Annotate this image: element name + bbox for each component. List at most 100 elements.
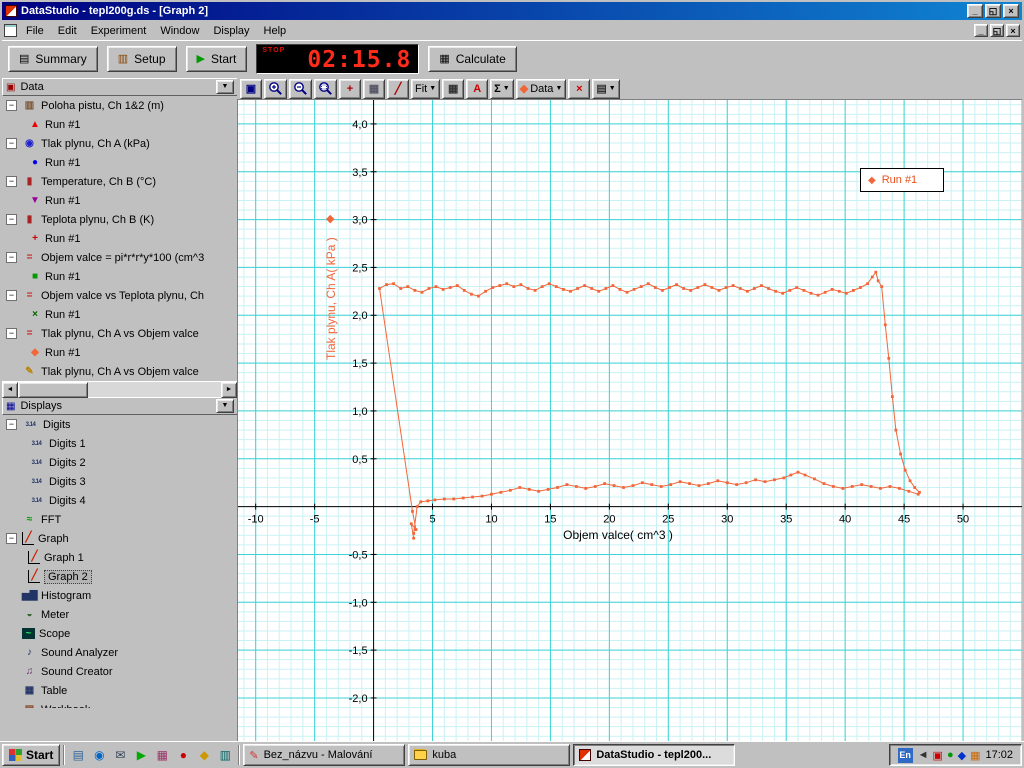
text-annotation-button[interactable]: A	[466, 78, 489, 99]
quick-launch-4[interactable]: ▶	[131, 745, 151, 765]
menu-display[interactable]: Display	[206, 23, 256, 39]
display-item[interactable]: ♫ Sound Creator	[2, 662, 237, 681]
graph-settings-button[interactable]: ▤ ▼	[592, 78, 620, 99]
displays-panel-header[interactable]: ▦ Displays ▼	[2, 397, 237, 415]
chart-plot[interactable]: -10 -5 5 10 15 20 25 30 35 40 45 50 4,0 3,5 3,0 2,5 2,0 1…	[238, 100, 1022, 741]
tree-expander[interactable]: −	[6, 328, 17, 339]
tree-expander[interactable]: −	[6, 252, 17, 263]
display-item[interactable]: ♪ Sound Analyzer	[2, 643, 237, 662]
menu-edit[interactable]: Edit	[51, 23, 84, 39]
quick-launch-6[interactable]: ●	[173, 745, 193, 765]
display-item[interactable]: ▅▇ Histogram	[2, 586, 237, 605]
display-item[interactable]: 3.14 Digits 1	[2, 434, 237, 453]
data-item[interactable]: − = Tlak plynu, Ch A vs Objem valce	[2, 324, 237, 343]
scroll-right-button[interactable]: ►	[221, 382, 237, 398]
display-item[interactable]: ≈ FFT	[2, 510, 237, 529]
data-item[interactable]: − ◉ Tlak plynu, Ch A (kPa)	[2, 134, 237, 153]
data-item[interactable]: − = Objem valce vs Teplota plynu, Ch	[2, 286, 237, 305]
fit-menu-button[interactable]: Fit ▼	[411, 78, 441, 99]
tree-expander[interactable]: −	[6, 138, 17, 149]
menu-help[interactable]: Help	[257, 23, 294, 39]
summary-button[interactable]: ▤ Summary	[8, 45, 98, 72]
tray-icon-3[interactable]: ●	[947, 749, 954, 762]
display-item[interactable]: ╱ Graph 1	[2, 548, 237, 567]
y-axis-run-marker-icon[interactable]: ◆	[326, 212, 334, 225]
start-button[interactable]: ▶ Start	[185, 45, 248, 72]
data-item[interactable]: − ▮ Teplota plynu, Ch B (K)	[2, 210, 237, 229]
quick-launch-3[interactable]: ✉	[110, 745, 130, 765]
menu-window[interactable]: Window	[153, 23, 206, 39]
task-button-datastudio[interactable]: DataStudio - tepl200...	[573, 744, 736, 766]
data-panel-menu-button[interactable]: ▼	[216, 80, 234, 94]
zoom-select-button[interactable]	[314, 78, 337, 99]
zoom-in-button[interactable]	[264, 78, 287, 99]
run-item[interactable]: × Run #1	[2, 305, 237, 324]
window-restore-button[interactable]: ◱	[985, 4, 1001, 18]
menu-file[interactable]: File	[19, 23, 51, 39]
scrollbar-track[interactable]	[88, 382, 221, 397]
quick-launch-7[interactable]: ◆	[194, 745, 214, 765]
display-item[interactable]: 3.14 Digits 3	[2, 472, 237, 491]
task-button-paint[interactable]: ✎ Bez_názvu - Malování	[243, 744, 406, 766]
chart-legend[interactable]: ◆ Run #1	[860, 168, 944, 192]
delete-button[interactable]: ×	[568, 78, 591, 99]
data-item[interactable]: ✎ Tlak plynu, Ch A vs Objem valce	[2, 362, 237, 381]
tree-expander[interactable]: −	[6, 214, 17, 225]
task-button-folder[interactable]: kuba	[408, 744, 571, 766]
scrollbar-thumb[interactable]	[18, 382, 88, 398]
tree-expander[interactable]: −	[6, 176, 17, 187]
calculator-button[interactable]: ▦	[442, 78, 465, 99]
display-item[interactable]: 3.14 Digits 2	[2, 453, 237, 472]
scale-to-fit-button[interactable]: ▣	[240, 78, 262, 99]
mdi-minimize-button[interactable]: _	[974, 24, 988, 37]
slope-tool-button[interactable]: ╱	[387, 78, 409, 99]
display-item[interactable]: − 3.14 Digits	[2, 415, 237, 434]
tree-expander[interactable]: −	[6, 419, 17, 430]
x-axis-title[interactable]: Objem valce( cm^3 )	[533, 528, 703, 542]
quick-launch-1[interactable]: ▤	[68, 745, 88, 765]
mdi-restore-button[interactable]: ◱	[990, 24, 1004, 37]
menu-experiment[interactable]: Experiment	[84, 23, 154, 39]
statistics-button[interactable]: Σ ▼	[490, 78, 514, 99]
run-item[interactable]: ▼ Run #1	[2, 191, 237, 210]
data-item[interactable]: − = Objem valce = pi*r*r*y*100 (cm^3	[2, 248, 237, 267]
quick-launch-2[interactable]: ◉	[89, 745, 109, 765]
run-item[interactable]: ◆ Run #1	[2, 343, 237, 362]
run-item[interactable]: + Run #1	[2, 229, 237, 248]
run-item[interactable]: ▲ Run #1	[2, 115, 237, 134]
tray-icon-4[interactable]: ◆	[958, 749, 966, 762]
tray-icon-5[interactable]: ▦	[970, 749, 980, 762]
data-panel-header[interactable]: ▣ Data ▼	[2, 78, 237, 96]
run-item[interactable]: ● Run #1	[2, 153, 237, 172]
display-item[interactable]: 3.14 Digits 4	[2, 491, 237, 510]
tray-icon-2[interactable]: ▣	[933, 749, 943, 762]
data-item[interactable]: − ▮ Temperature, Ch B (°C)	[2, 172, 237, 191]
data-menu-button[interactable]: ◆ Data ▼	[515, 78, 567, 99]
display-item[interactable]: ▦ Table	[2, 681, 237, 700]
language-indicator[interactable]: En	[897, 747, 913, 763]
start-menu-button[interactable]: Start	[2, 744, 61, 766]
display-item[interactable]: − ╱ Graph	[2, 529, 237, 548]
display-item[interactable]: ▤ Workbook	[2, 700, 237, 709]
calculate-button[interactable]: ▦ Calculate	[428, 45, 517, 72]
document-icon[interactable]	[4, 24, 17, 37]
displays-panel-menu-button[interactable]: ▼	[216, 399, 234, 413]
display-item[interactable]: ~ Scope	[2, 624, 237, 643]
data-item[interactable]: − ▥ Poloha pistu, Ch 1&2 (m)	[2, 96, 237, 115]
y-axis-title[interactable]: Tlak plynu, Ch A( kPa )	[324, 237, 338, 360]
display-item[interactable]: ╱ Graph 2	[2, 567, 237, 586]
scroll-left-button[interactable]: ◄	[2, 382, 18, 398]
setup-button[interactable]: ▥ Setup	[106, 45, 177, 72]
zoom-out-button[interactable]	[289, 78, 312, 99]
window-minimize-button[interactable]: _	[967, 4, 983, 18]
tree-expander[interactable]: −	[6, 533, 17, 544]
tray-icon-1[interactable]: ◄	[918, 749, 929, 762]
window-close-button[interactable]: ×	[1003, 4, 1019, 18]
tree-expander[interactable]: −	[6, 100, 17, 111]
mdi-close-button[interactable]: ×	[1006, 24, 1020, 37]
run-item[interactable]: ■ Run #1	[2, 267, 237, 286]
notes-button[interactable]: ▦	[363, 78, 385, 99]
quick-launch-5[interactable]: ▦	[152, 745, 172, 765]
quick-launch-8[interactable]: ▥	[215, 745, 235, 765]
display-item[interactable]: ◒ Meter	[2, 605, 237, 624]
